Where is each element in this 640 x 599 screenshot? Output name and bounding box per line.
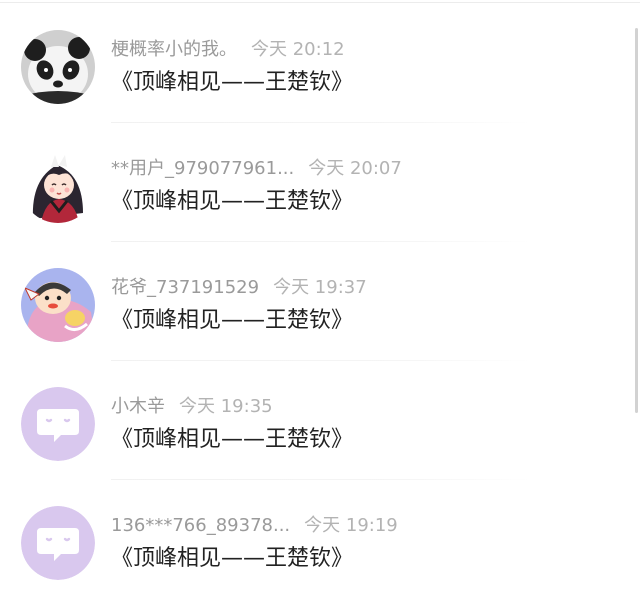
timestamp: 今天 19:37: [273, 277, 367, 298]
comment-meta: 花爷_737191529 今天 19:37: [111, 276, 367, 300]
comment-item: 小木辛 今天 19:35 《顶峰相见——王楚钦》: [0, 361, 636, 480]
username[interactable]: **用户_979077961...: [111, 158, 294, 179]
comment-item: **用户_979077961... 今天 20:07 《顶峰相见——王楚钦》: [0, 123, 636, 242]
comment-text: 《顶峰相见——王楚钦》: [111, 189, 354, 214]
comment-text: 《顶峰相见——王楚钦》: [111, 70, 354, 95]
comment-item: 梗概率小的我。 今天 20:12 《顶峰相见——王楚钦》: [0, 4, 636, 123]
username[interactable]: 花爷_737191529: [111, 277, 259, 298]
comment-meta: **用户_979077961... 今天 20:07: [111, 157, 402, 181]
default-chat-bubble-avatar-icon[interactable]: [21, 506, 95, 580]
comment-item: 花爷_737191529 今天 19:37 《顶峰相见——王楚钦》: [0, 242, 636, 361]
timestamp: 今天 19:35: [179, 396, 273, 417]
comment-text: 《顶峰相见——王楚钦》: [111, 308, 354, 333]
scrollbar[interactable]: [635, 28, 638, 413]
comment-meta: 136***766_89378... 今天 19:19: [111, 514, 398, 538]
timestamp: 今天 19:19: [304, 515, 398, 536]
top-divider: [0, 2, 640, 3]
comment-text: 《顶峰相见——王楚钦》: [111, 546, 354, 571]
timestamp: 今天 20:12: [251, 39, 345, 60]
cartoon-character-avatar-icon[interactable]: [21, 268, 95, 342]
username[interactable]: 梗概率小的我。: [111, 39, 237, 60]
username[interactable]: 小木辛: [111, 396, 165, 417]
comment-meta: 小木辛 今天 19:35: [111, 395, 273, 419]
username[interactable]: 136***766_89378...: [111, 515, 290, 536]
panda-avatar-icon[interactable]: [21, 30, 95, 104]
comment-meta: 梗概率小的我。 今天 20:12: [111, 38, 345, 62]
timestamp: 今天 20:07: [308, 158, 402, 179]
comment-text: 《顶峰相见——王楚钦》: [111, 427, 354, 452]
default-chat-bubble-avatar-icon[interactable]: [21, 387, 95, 461]
anime-character-avatar-icon[interactable]: [21, 149, 95, 223]
comment-item: 136***766_89378... 今天 19:19 《顶峰相见——王楚钦》: [0, 480, 636, 599]
